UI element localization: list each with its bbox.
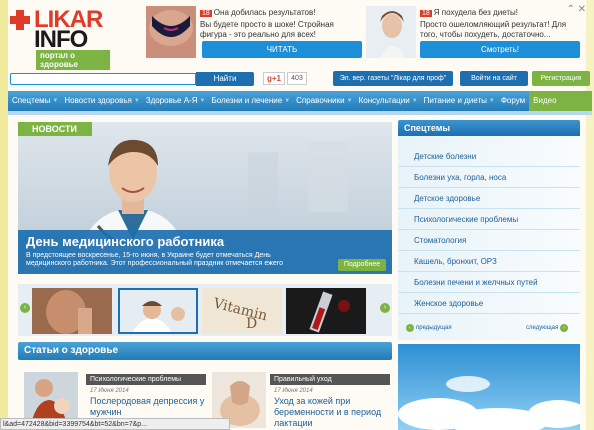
article-date: 17 Июня 2014	[90, 388, 129, 394]
thumbnail-carousel: ‹ Vitamin D ›	[18, 284, 392, 336]
article-title[interactable]: Послеродовая депрессия у мужчин	[90, 396, 208, 418]
thumbnail-item[interactable]	[286, 288, 366, 334]
ad-controls[interactable]: ⌃ ✕	[566, 4, 586, 15]
left-border	[0, 0, 8, 430]
hero-caption: День медицинского работника В предстояще…	[18, 230, 392, 274]
age-badge: 18	[420, 10, 432, 17]
sidebar-item-womens-health[interactable]: Женское здоровье	[398, 293, 580, 314]
ad-title[interactable]: Я похудела без диеты!	[434, 8, 518, 17]
ad-watch-button[interactable]: Смотреть!	[420, 41, 580, 58]
sidebar-item-children-health[interactable]: Детское здоровье	[398, 188, 580, 209]
share-count: 403	[287, 72, 307, 85]
site-logo[interactable]: LIKAR INFO портал о здоровье	[10, 6, 110, 70]
nav-item-nutrition[interactable]: Питание и диеты ▼	[420, 91, 497, 111]
article-category[interactable]: Психологические проблемы	[86, 374, 206, 385]
nav-item-spectemy[interactable]: Спецтемы ▼	[8, 91, 60, 111]
read-more-button[interactable]: Подробнее	[338, 259, 386, 271]
register-button[interactable]: Регистрация	[532, 71, 590, 86]
banner-clouds-image	[398, 376, 580, 430]
ad-title[interactable]: Она добилась результатов!	[214, 8, 316, 17]
dropdown-arrow-icon: ▼	[346, 98, 353, 104]
nav-subbar	[8, 111, 592, 115]
hero-text: В предстоящее воскресенье, 15-го июня, в…	[26, 252, 284, 267]
sidebar-item-dentistry[interactable]: Стоматология	[398, 230, 580, 251]
sidebar-item-ent[interactable]: Болезни уха, горла, носа	[398, 167, 580, 188]
search-input[interactable]	[10, 73, 196, 85]
thumbnail-item-selected[interactable]	[118, 288, 198, 334]
ad-text[interactable]: Вы будете просто в шоке! Стройная фигура…	[200, 20, 360, 40]
ad-read-button[interactable]: ЧИТАТЬ	[202, 41, 362, 58]
sidebar-item-liver[interactable]: Болезни печени и желчных путей	[398, 272, 580, 293]
logo-tagline: портал о здоровье	[36, 50, 110, 70]
google-plus-button[interactable]: g+1	[263, 72, 285, 85]
main-nav: Спецтемы ▼ Новости здоровья ▼ Здоровье А-Я…	[8, 91, 592, 111]
scrollbar[interactable]	[586, 0, 594, 430]
search-button[interactable]: Найти	[196, 72, 254, 86]
sidebar-heading[interactable]: Спецтемы	[398, 120, 580, 136]
hero-background-image	[248, 142, 348, 212]
thumbnail-item[interactable]	[32, 288, 112, 334]
article-category[interactable]: Правильный уход	[270, 374, 390, 385]
chevron-right-icon: ›	[560, 324, 569, 332]
nav-item-news[interactable]: Новости здоровья ▼	[60, 91, 141, 111]
sidebar-list: Детские болезни Болезни уха, горла, носа…	[398, 136, 580, 340]
newspaper-link-button[interactable]: Эл. вер. газеты "Лікар для проф"	[333, 71, 453, 86]
thumbnail-item[interactable]: Vitamin D	[202, 288, 282, 334]
sidebar-item-children-diseases[interactable]: Детские болезни	[398, 146, 580, 167]
browser-status-bar: l&ad=472428&bid=3399754&bt=52&bn=7&p...	[0, 418, 230, 430]
sidebar-item-psychology[interactable]: Психологические проблемы	[398, 209, 580, 230]
dropdown-arrow-icon: ▼	[488, 98, 495, 104]
nav-item-forum[interactable]: Форум	[497, 91, 529, 111]
login-button[interactable]: Войти на сайт	[460, 71, 528, 86]
article-date: 17 Июня 2014	[274, 388, 313, 394]
chevron-left-icon: ‹	[406, 324, 414, 332]
medical-cross-icon	[10, 10, 30, 30]
sidebar-next-button[interactable]: следующая ›	[526, 324, 570, 332]
logo-word-info: INFO	[34, 26, 88, 53]
sidebar-pagination: ‹ предыдущая следующая ›	[398, 322, 580, 336]
ad-image[interactable]	[366, 6, 416, 58]
nav-item-diseases[interactable]: Болезни и лечение ▼	[207, 91, 292, 111]
age-badge: 18	[200, 10, 212, 17]
article-title[interactable]: Уход за кожей при беременности и в перио…	[274, 396, 384, 429]
dropdown-arrow-icon: ▼	[52, 98, 59, 104]
hero-title[interactable]: День медицинского работника	[26, 234, 224, 249]
dropdown-arrow-icon: ▼	[411, 98, 418, 104]
dropdown-arrow-icon: ▼	[133, 98, 140, 104]
nav-item-video[interactable]: Видео	[529, 91, 592, 111]
carousel-prev-button[interactable]: ‹	[20, 303, 30, 313]
news-section-label[interactable]: НОВОСТИ	[18, 122, 92, 136]
sidebar-prev-button[interactable]: ‹ предыдущая	[404, 324, 452, 332]
carousel-next-button[interactable]: ›	[380, 303, 390, 313]
ad-text[interactable]: Просто ошеломляющий результат! Для того,…	[420, 20, 576, 40]
svg-text:D: D	[246, 316, 257, 332]
dropdown-arrow-icon: ▼	[199, 98, 206, 104]
nav-item-health-az[interactable]: Здоровье А-Я ▼	[142, 91, 208, 111]
sidebar-item-cough[interactable]: Кашель, бронхит, ОРЗ	[398, 251, 580, 272]
side-banner[interactable]	[398, 344, 580, 430]
ad-image[interactable]	[146, 6, 196, 58]
nav-item-references[interactable]: Справочники ▼	[292, 91, 354, 111]
articles-heading[interactable]: Статьи о здоровье	[18, 342, 392, 360]
nav-item-consultations[interactable]: Консультации ▼	[355, 91, 420, 111]
dropdown-arrow-icon: ▼	[284, 98, 291, 104]
